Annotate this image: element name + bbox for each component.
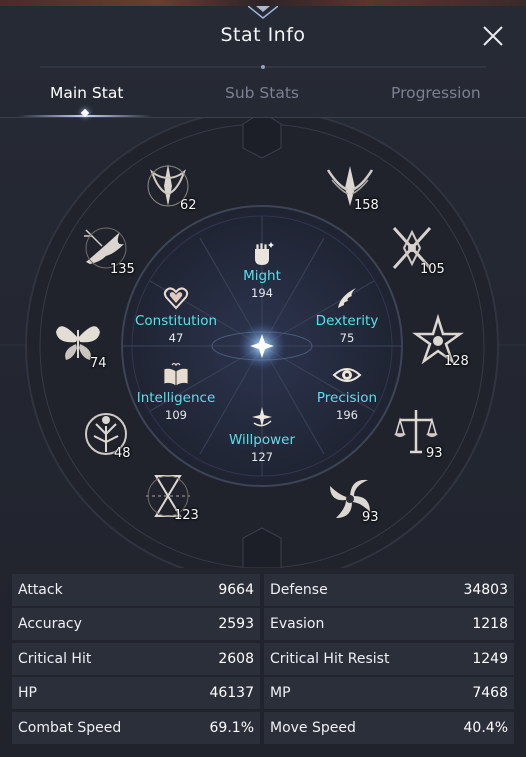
- stat-name: MP: [270, 685, 291, 701]
- emblem-swirl[interactable]: 93: [324, 472, 384, 532]
- stat-name: Attack: [18, 582, 63, 598]
- stat-cell-combat-speed: Combat Speed 69.1%: [12, 712, 260, 744]
- emblem-butterfly[interactable]: 74: [52, 316, 112, 376]
- stat-number: 40.4%: [463, 720, 508, 736]
- stat-label: Might: [243, 268, 281, 284]
- stat-cell-critical-hit: Critical Hit 2608: [12, 643, 260, 675]
- stat-name: Critical Hit: [18, 651, 92, 667]
- window-title: Stat Info: [220, 24, 306, 46]
- stats-row: HP 46137 MP 7468: [12, 677, 514, 709]
- emblem-sword-crest[interactable]: 62: [142, 160, 202, 220]
- header-ornament-icon: [248, 6, 278, 19]
- emblem-value: 62: [180, 198, 197, 213]
- stat-number: 1218: [472, 616, 508, 632]
- stat-name: Defense: [270, 582, 328, 598]
- emblem-crossed-blades[interactable]: 105: [386, 222, 446, 282]
- close-icon[interactable]: [482, 25, 504, 47]
- stat-number: 46137: [209, 685, 254, 701]
- stat-number: 9664: [218, 582, 254, 598]
- header-divider: [40, 65, 486, 69]
- stat-number: 69.1%: [209, 720, 254, 736]
- emblem-value: 105: [420, 262, 445, 277]
- stat-name: Move Speed: [270, 720, 356, 736]
- book-icon: [163, 362, 189, 387]
- stat-cell-attack: Attack 9664: [12, 574, 260, 606]
- stat-name: Combat Speed: [18, 720, 122, 736]
- emblem-scales[interactable]: 93: [390, 406, 450, 466]
- emblem-star-crest[interactable]: 128: [412, 313, 472, 374]
- fist-icon: [255, 242, 274, 265]
- stat-name: Critical Hit Resist: [270, 651, 390, 667]
- stat-name: HP: [18, 685, 37, 701]
- stat-cell-accuracy: Accuracy 2593: [12, 608, 260, 640]
- stat-willpower[interactable]: Willpower 127: [202, 403, 322, 464]
- stat-label: Constitution: [134, 313, 218, 329]
- emblem-hourglass[interactable]: 123: [142, 470, 202, 530]
- emblem-value: 135: [110, 262, 135, 277]
- emblem-value: 123: [174, 508, 199, 523]
- emblem-winged-crest[interactable]: 158: [324, 160, 384, 220]
- stat-number: 34803: [463, 582, 508, 598]
- stat-label: Willpower: [228, 432, 296, 448]
- stat-cell-critical-hit-resist: Critical Hit Resist 1249: [264, 643, 514, 675]
- stats-row: Combat Speed 69.1% Move Speed 40.4%: [12, 712, 514, 744]
- stat-value: 75: [339, 331, 355, 345]
- emblem-value: 158: [354, 198, 379, 213]
- emblem-value: 74: [90, 356, 107, 371]
- stat-constitution[interactable]: Constitution 47: [116, 284, 236, 345]
- tab-sub-stats[interactable]: Sub Stats: [225, 84, 299, 102]
- stat-name: Evasion: [270, 616, 325, 632]
- emblem-value: 128: [444, 354, 469, 369]
- stats-row: Critical Hit 2608 Critical Hit Resist 12…: [12, 643, 514, 675]
- emblem-bird-crest[interactable]: 135: [80, 222, 140, 282]
- stats-row: Accuracy 2593 Evasion 1218: [12, 608, 514, 640]
- stat-number: 7468: [472, 685, 508, 701]
- emblem-value: 93: [426, 446, 443, 461]
- tab-bar: Main Stat Sub Stats Progression: [0, 78, 526, 118]
- stat-cell-evasion: Evasion 1218: [264, 608, 514, 640]
- stat-value: 127: [251, 450, 273, 464]
- tab-main-stat[interactable]: Main Stat: [50, 84, 123, 102]
- stat-cell-mp: MP 7468: [264, 677, 514, 709]
- eye-icon: [332, 368, 362, 382]
- emblem-value: 48: [114, 446, 131, 461]
- window-header: Stat Info: [0, 6, 526, 69]
- stat-label: Dexterity: [315, 313, 379, 329]
- stat-number: 1249: [472, 651, 508, 667]
- stat-cell-defense: Defense 34803: [264, 574, 514, 606]
- wing-icon: [338, 288, 356, 308]
- emblem-tree-crest[interactable]: 48: [80, 408, 140, 468]
- stat-name: Accuracy: [18, 616, 82, 632]
- emblem-value: 93: [362, 510, 379, 525]
- tab-progression[interactable]: Progression: [391, 84, 481, 102]
- stat-wheel: Might 194 Constitution 47 Dexterity 75 I…: [0, 118, 526, 568]
- stats-row: Attack 9664 Defense 34803: [12, 574, 514, 606]
- stat-value: 47: [168, 331, 184, 345]
- stat-dexterity[interactable]: Dexterity 75: [287, 284, 407, 345]
- stat-number: 2593: [218, 616, 254, 632]
- stat-cell-move-speed: Move Speed 40.4%: [264, 712, 514, 744]
- stat-cell-hp: HP 46137: [12, 677, 260, 709]
- heart-icon: [163, 287, 189, 310]
- sparkle-icon: [252, 407, 272, 427]
- stat-number: 2608: [218, 651, 254, 667]
